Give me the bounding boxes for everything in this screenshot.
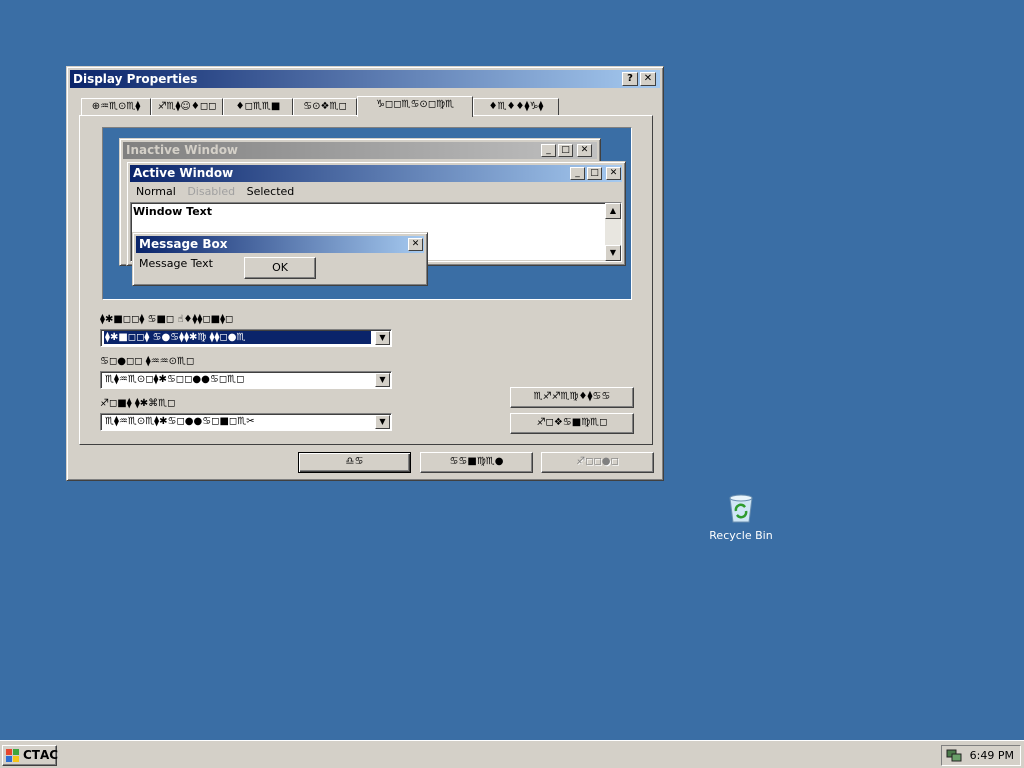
start-button[interactable]: СТАС (2, 745, 59, 766)
font-size-label: ♐◻■⧫ ⧫✱⌘♏◻ (100, 398, 176, 409)
font-size-value: ♏⧫♒♏⊙♏⧫✱♋◻●●♋◻■◻♏✂ (105, 416, 255, 427)
appearance-panel: Inactive Window _ □ ✕ Active Window _ □ … (79, 115, 653, 445)
message-box-title: Message Box (136, 236, 424, 253)
chevron-down-icon[interactable]: ▼ (375, 373, 390, 387)
menu-disabled: Disabled (187, 185, 236, 198)
close-icon: ✕ (408, 238, 423, 251)
cancel-button[interactable]: ♋♋■♍♏● (420, 452, 533, 473)
help-icon[interactable]: ? (622, 72, 638, 86)
display-properties-dialog: Display Properties ? ✕ ⊕♒♏⊙♏⧫ ♐♏⧫☺♦◻◻ ♦◻… (66, 66, 664, 481)
start-label: СТАС (23, 748, 59, 762)
scroll-up-icon: ▲ (605, 203, 621, 219)
window-text: Window Text (133, 205, 213, 218)
preview-scrollbar: ▲ ▼ (605, 203, 621, 261)
scroll-down-icon: ▼ (605, 245, 621, 261)
ok-button[interactable]: ♎♋ (298, 452, 411, 473)
tab-appearance-active[interactable]: ♑◻◻♏♋⊙◻♍♏ (357, 96, 473, 117)
color-scheme-select[interactable]: ♏⧫♒♏⊙◻⧫✱♋◻◻●●♋◻♏◻ ▼ (100, 371, 392, 389)
system-tray: 6:49 PM (941, 745, 1021, 766)
minimize-icon: _ (570, 167, 585, 180)
recycle-bin-shortcut[interactable]: Recycle Bin (704, 492, 778, 548)
windows-and-buttons-value: ⧫✱■◻◻⧫ ♋●♋⧫⧫✱♍ ⧫⧫◻●♏ (104, 331, 371, 344)
windows-and-buttons-label: ⧫✱■◻◻⧫ ♋■◻ ☝♦⧫⧫◻■⧫◻ (100, 314, 234, 325)
tab-themes[interactable]: ⊕♒♏⊙♏⧫ (81, 98, 151, 116)
chevron-down-icon[interactable]: ▼ (375, 415, 390, 429)
menu-selected: Selected (246, 185, 295, 198)
menu-normal: Normal (136, 185, 176, 198)
tab-screen-saver[interactable]: ♦◻♏♏■ (223, 98, 293, 116)
tab-settings[interactable]: ♦♏♦♦⧫♑⧫ (473, 98, 559, 116)
minimize-icon: _ (541, 144, 556, 157)
dialog-title-bar[interactable]: Display Properties ? ✕ (70, 70, 660, 88)
message-ok-button: OK (244, 257, 316, 279)
inactive-window-title: Inactive Window (123, 142, 597, 159)
appearance-preview[interactable]: Inactive Window _ □ ✕ Active Window _ □ … (102, 127, 632, 300)
windows-and-buttons-select[interactable]: ⧫✱■◻◻⧫ ♋●♋⧫⧫✱♍ ⧫⧫◻●♏ ▼ (100, 329, 392, 347)
taskbar: СТАС 6:49 PM (0, 740, 1024, 768)
windows-logo-icon (6, 749, 19, 762)
network-icon[interactable] (946, 748, 962, 763)
maximize-icon: □ (558, 144, 573, 157)
chevron-down-icon[interactable]: ▼ (375, 331, 390, 345)
message-text: Message Text (139, 257, 213, 270)
tab-appearance[interactable]: ♋⊙❖♏◻ (293, 98, 357, 116)
tab-desktop[interactable]: ♐♏⧫☺♦◻◻ (151, 98, 223, 116)
message-box-preview: Message Box ✕ Message Text OK (132, 232, 428, 286)
recycle-bin-icon (729, 494, 753, 523)
close-icon: ✕ (577, 144, 592, 157)
effects-button[interactable]: ♏♐♐♏♍♦⧫♋♋ (510, 387, 634, 408)
close-icon: ✕ (606, 167, 621, 180)
color-scheme-value: ♏⧫♒♏⊙◻⧫✱♋◻◻●●♋◻♏◻ (105, 374, 245, 385)
active-window-title: Active Window (130, 165, 622, 182)
recycle-bin-label: Recycle Bin (709, 529, 773, 542)
maximize-icon: □ (587, 167, 602, 180)
clock[interactable]: 6:49 PM (970, 749, 1014, 762)
menu-bar-preview: Normal Disabled Selected (132, 184, 298, 200)
close-icon[interactable]: ✕ (640, 72, 656, 86)
apply-button[interactable]: ♐◻◻●◻ (541, 452, 654, 473)
font-size-select[interactable]: ♏⧫♒♏⊙♏⧫✱♋◻●●♋◻■◻♏✂ ▼ (100, 413, 392, 431)
advanced-button[interactable]: ♐◻❖♋■♍♏◻ (510, 413, 634, 434)
dialog-title: Display Properties (73, 72, 198, 86)
color-scheme-label: ♋◻●◻◻ ⧫♒♒⊙♏◻ (100, 356, 195, 367)
